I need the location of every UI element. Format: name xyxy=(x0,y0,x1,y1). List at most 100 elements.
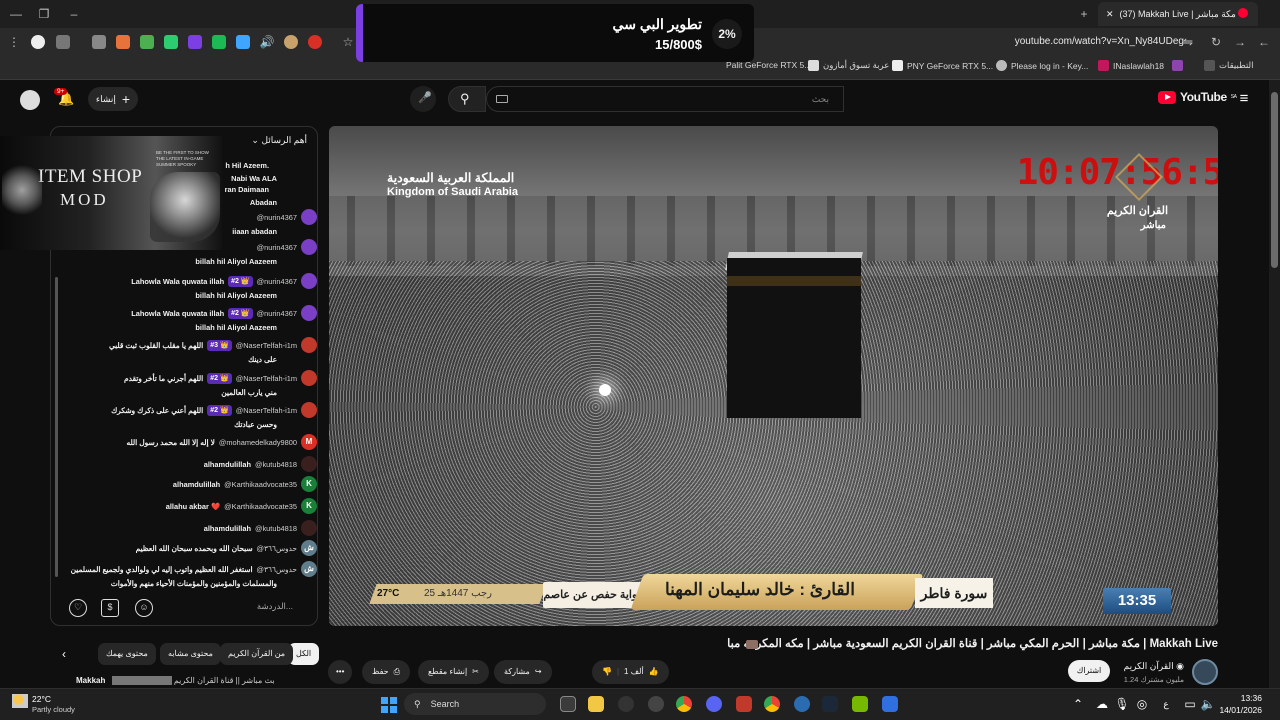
chip-from-quran[interactable]: من القرآن الكريم xyxy=(220,643,294,665)
extension-icon[interactable] xyxy=(116,35,130,49)
avatar[interactable] xyxy=(301,520,317,536)
weather-temp[interactable]: 22°C xyxy=(32,694,51,704)
chat-message[interactable]: اللهم أجرني ما تأخر وتقدم #2 👑 @NaserTelfa… xyxy=(67,370,317,399)
heart-reaction-icon[interactable]: ♡ xyxy=(69,599,87,617)
avatar[interactable] xyxy=(301,209,317,225)
chevron-left-icon[interactable]: ‹ xyxy=(56,646,72,662)
nvidia-icon[interactable] xyxy=(852,696,868,712)
chat-message[interactable]: اللهم يا مقلب القلوب ثبت قلبي #3 👑 @NaserT… xyxy=(67,337,317,366)
extension-icon[interactable] xyxy=(236,35,250,49)
chat-author[interactable]: @nurin4367 xyxy=(257,307,297,320)
profile-extension-icon[interactable] xyxy=(31,35,45,49)
extension-icon[interactable] xyxy=(308,35,322,49)
kick-extension-icon[interactable] xyxy=(212,35,226,49)
close-tab-icon[interactable]: ✕ xyxy=(1106,9,1114,20)
bookmark-inaslawlah[interactable]: INaslawlah18 xyxy=(1098,60,1164,71)
avatar[interactable]: M xyxy=(301,434,317,450)
emoji-icon[interactable]: ☺ xyxy=(135,599,153,617)
avatar[interactable] xyxy=(301,370,317,386)
chat-message[interactable]: سبحان الله وبحمده سبحان الله العظيم @حدوس… xyxy=(67,540,317,556)
hamburger-menu-icon[interactable]: ≡ xyxy=(1236,91,1252,107)
create-button[interactable]: إنشاء + xyxy=(88,87,138,111)
extension-icon[interactable] xyxy=(164,35,178,49)
chip-for-you[interactable]: محتوى يهمك xyxy=(98,643,156,665)
discord-icon[interactable] xyxy=(706,696,722,712)
site-settings-icon[interactable]: ⇋ xyxy=(1180,34,1196,50)
chat-message[interactable]: لا إله إلا الله محمد رسول الله @mohamedel… xyxy=(67,434,317,450)
like-icon[interactable]: 👍 xyxy=(649,660,659,684)
chip-similar[interactable]: محتوى مشابه xyxy=(160,643,221,665)
steam-icon[interactable] xyxy=(822,696,838,712)
chat-message[interactable]: اللهم أعني على ذكرك وشكرك #2 👑 @NaserTelfa… xyxy=(67,402,317,431)
bookmark-pny[interactable]: PNY GeForce RTX 5... xyxy=(892,60,993,71)
new-tab-icon[interactable]: + xyxy=(1076,6,1092,22)
dislike-icon[interactable]: 👎 xyxy=(602,660,612,684)
avatar[interactable]: K xyxy=(301,498,317,514)
avatar[interactable] xyxy=(301,239,317,255)
tray-chevron-up-icon[interactable]: ⌃ xyxy=(1070,696,1086,712)
chat-author[interactable]: @Karthikaadvocate35 xyxy=(224,500,297,513)
avatar[interactable] xyxy=(301,305,317,321)
channel-name[interactable]: القرآن الكريم ◉ xyxy=(1124,661,1184,672)
speaker-icon[interactable]: 🔊 xyxy=(259,34,275,50)
chat-message[interactable]: alhamdulillah @kutub4818 xyxy=(67,520,317,536)
chat-message[interactable]: alhamdulillah @Karthikaadvocate35 K xyxy=(67,476,317,492)
youtube-logo[interactable]: YouTube SA xyxy=(1158,90,1237,104)
chat-author[interactable]: @mohamedelkady9800 xyxy=(219,436,297,449)
avatar[interactable] xyxy=(301,402,317,418)
extension-icon[interactable] xyxy=(284,35,298,49)
settings-gear-icon[interactable] xyxy=(648,696,664,712)
chat-author[interactable]: @nurin4367 xyxy=(257,275,297,288)
app-icon[interactable] xyxy=(882,696,898,712)
avatar[interactable] xyxy=(301,337,317,353)
chat-message[interactable]: allahu akbar ❤️ @Karthikaadvocate35 K xyxy=(67,498,317,514)
extension-icon[interactable] xyxy=(188,35,202,49)
chat-author[interactable]: @NaserTelfah-i1m xyxy=(236,404,297,417)
more-actions-button[interactable]: ••• xyxy=(328,660,353,684)
chat-author[interactable]: @kutub4818 xyxy=(255,458,297,471)
file-explorer-icon[interactable] xyxy=(588,696,604,712)
language-indicator[interactable]: ع xyxy=(1158,696,1174,712)
app-icon[interactable] xyxy=(618,696,634,712)
avatar[interactable] xyxy=(301,273,317,289)
taskbar-search[interactable]: ⚲ Search xyxy=(404,693,546,715)
back-icon[interactable]: ← xyxy=(1256,34,1272,50)
chat-message[interactable]: Lahowla Wala quwata illah #2 👑 @nurin4367 b… xyxy=(67,305,317,334)
chat-scrollbar[interactable] xyxy=(55,277,58,577)
app-tray-icon[interactable]: ◎ xyxy=(1134,696,1150,712)
search-button[interactable]: ⚲ xyxy=(448,86,486,112)
chat-author[interactable]: @حدوس٣٦٦ xyxy=(257,542,297,555)
chat-author[interactable]: @NaserTelfah-i1m xyxy=(236,372,297,385)
clip-button[interactable]: إنشاء مقطع ✂ xyxy=(418,660,489,684)
video-player[interactable]: المملكة العربية السعودية Kingdom of Saud… xyxy=(329,126,1218,626)
bookmark-star-icon[interactable]: ☆ xyxy=(340,34,356,50)
app-icon[interactable] xyxy=(794,696,810,712)
channel-avatar[interactable] xyxy=(1192,659,1218,685)
chat-author[interactable]: @حدوس٣٦٦ xyxy=(257,563,297,576)
voice-search-button[interactable]: 🎤 xyxy=(410,86,436,112)
bookmark-keydrop[interactable]: Please log in - Key... xyxy=(996,60,1088,71)
bookmark-amazon[interactable]: عربة تسوق أمازون xyxy=(808,60,889,71)
avatar[interactable] xyxy=(301,456,317,472)
app-icon[interactable] xyxy=(736,696,752,712)
weather-condition[interactable]: Partly cloudy xyxy=(32,705,75,714)
extension-icon[interactable] xyxy=(140,35,154,49)
chrome-icon[interactable] xyxy=(764,696,780,712)
share-button[interactable]: مشاركة ↪ xyxy=(494,660,552,684)
avatar[interactable]: ش xyxy=(301,540,317,556)
avatar[interactable]: ش xyxy=(301,561,317,577)
windows-start-button[interactable] xyxy=(381,697,397,713)
keyboard-icon[interactable] xyxy=(496,95,508,103)
restore-window-icon[interactable]: ❐ xyxy=(36,6,52,22)
chat-mode-selector[interactable]: ⌄ أهم الرسائل xyxy=(251,135,307,146)
forward-icon[interactable]: → xyxy=(1232,34,1248,50)
chat-input[interactable]: الدردشة... xyxy=(257,601,293,612)
chat-message[interactable]: alhamdulillah @kutub4818 xyxy=(67,456,317,472)
tab-youtube-makkah[interactable]: ✕ (37) Makkah Live | مكة مباشر xyxy=(1098,2,1258,26)
super-chat-icon[interactable]: $ xyxy=(101,599,119,617)
chat-author[interactable]: @nurin4367 xyxy=(257,211,297,224)
extension-icon[interactable] xyxy=(56,35,70,49)
minimize-window-icon[interactable]: — xyxy=(8,6,24,22)
weather-icon[interactable] xyxy=(12,694,28,708)
page-scrollbar-thumb[interactable] xyxy=(1271,92,1278,268)
